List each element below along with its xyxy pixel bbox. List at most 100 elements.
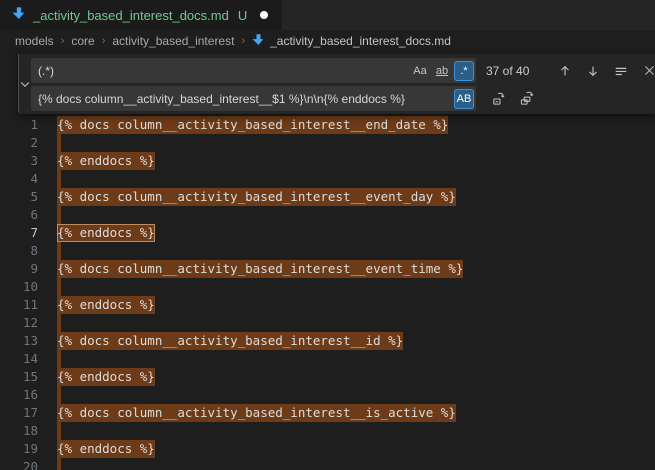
line-text: {% docs column__activity_based_interest_… — [57, 332, 403, 350]
line-number: 10 — [0, 278, 38, 296]
editor-line[interactable]: 5 {% docs column__activity_based_interest… — [0, 188, 655, 206]
line-text — [57, 422, 61, 440]
editor-line[interactable]: 19 {% enddocs %} — [0, 440, 655, 458]
empty-line-match-highlight — [57, 386, 61, 404]
find-match-highlight: {% docs column__activity_based_interest_… — [57, 116, 448, 134]
find-match-highlight: {% enddocs %} — [57, 440, 155, 458]
markdown-file-icon — [12, 6, 26, 25]
empty-line-match-highlight — [57, 458, 61, 470]
editor-line[interactable]: 3 {% enddocs %} — [0, 152, 655, 170]
replace-button[interactable] — [488, 88, 510, 110]
line-number: 13 — [0, 332, 38, 350]
line-text: {% docs column__activity_based_interest_… — [57, 116, 448, 134]
line-text — [57, 350, 61, 368]
line-number: 2 — [0, 134, 38, 152]
line-text — [57, 206, 61, 224]
editor-pane[interactable]: (.*) Aa ab .* 37 of 40 — [0, 52, 655, 470]
find-match-highlight: {% docs column__activity_based_interest_… — [57, 332, 403, 350]
empty-line-match-highlight — [57, 134, 61, 152]
modified-dot-icon[interactable] — [260, 11, 268, 19]
editor-line[interactable]: 20 — [0, 458, 655, 470]
line-text: {% enddocs %} — [57, 440, 155, 458]
find-match-highlight: {% enddocs %} — [57, 296, 155, 314]
editor-line[interactable]: 17 {% docs column__activity_based_interes… — [0, 404, 655, 422]
editor-line[interactable]: 12 — [0, 314, 655, 332]
line-text — [57, 386, 61, 404]
previous-match-button[interactable] — [554, 60, 576, 82]
editor-line[interactable]: 13 {% docs column__activity_based_interes… — [0, 332, 655, 350]
tab-title: _activity_based_interest_docs.md — [33, 8, 229, 23]
line-number: 17 — [0, 404, 38, 422]
replace-all-button[interactable] — [516, 88, 538, 110]
line-text — [57, 134, 61, 152]
empty-line-match-highlight — [57, 170, 61, 188]
line-text — [57, 314, 61, 332]
current-find-match: {% enddocs %} — [57, 224, 155, 242]
line-text: {% docs column__activity_based_interest_… — [57, 188, 456, 206]
line-number: 5 — [0, 188, 38, 206]
editor-lines[interactable]: 1{% docs column__activity_based_interest… — [0, 116, 655, 470]
empty-line-match-highlight — [57, 350, 61, 368]
line-number: 11 — [0, 296, 38, 314]
preserve-case-toggle[interactable]: AB — [454, 89, 474, 109]
breadcrumb-item-activity-based-interest[interactable]: activity_based_interest — [112, 34, 234, 48]
editor-line[interactable]: 10 — [0, 278, 655, 296]
line-text: {% enddocs %} — [57, 152, 155, 170]
find-input-value: (.*) — [38, 64, 408, 78]
editor-line[interactable]: 2 — [0, 134, 655, 152]
editor-line[interactable]: 6 — [0, 206, 655, 224]
find-replace-widget: (.*) Aa ab .* 37 of 40 — [18, 54, 655, 114]
line-number: 7 — [0, 224, 38, 242]
line-text — [57, 242, 61, 260]
regex-toggle[interactable]: .* — [454, 61, 474, 81]
find-input[interactable]: (.*) Aa ab .* — [31, 58, 476, 83]
line-text: {% docs column__activity_based_interest_… — [57, 404, 456, 422]
chevron-right-icon: › — [241, 35, 245, 47]
editor-line[interactable]: 8 — [0, 242, 655, 260]
line-text — [57, 170, 61, 188]
find-match-highlight: {% enddocs %} — [57, 368, 155, 386]
line-text: {% enddocs %} — [57, 296, 155, 314]
find-in-selection-icon[interactable] — [610, 60, 632, 82]
line-number: 12 — [0, 314, 38, 332]
line-number: 20 — [0, 458, 38, 470]
editor-line[interactable]: 14 — [0, 350, 655, 368]
replace-input[interactable]: {% docs column__activity_based_interest_… — [31, 86, 476, 111]
editor-line[interactable]: 15{% enddocs %} — [0, 368, 655, 386]
toggle-replace-chevron-icon[interactable] — [19, 58, 31, 110]
editor-line[interactable]: 16 — [0, 386, 655, 404]
next-match-button[interactable] — [582, 60, 604, 82]
match-case-toggle[interactable]: Aa — [410, 61, 430, 81]
chevron-right-icon: › — [61, 35, 65, 47]
git-status-badge: U — [238, 8, 247, 23]
breadcrumb: models › core › activity_based_interest … — [0, 30, 655, 52]
editor-line[interactable]: 11 {% enddocs %} — [0, 296, 655, 314]
whole-word-toggle[interactable]: ab — [432, 61, 452, 81]
find-match-highlight: {% enddocs %} — [57, 152, 155, 170]
empty-line-match-highlight — [57, 242, 61, 260]
empty-line-match-highlight — [57, 314, 61, 332]
editor-line[interactable]: 4 — [0, 170, 655, 188]
close-icon[interactable] — [638, 60, 655, 82]
breadcrumb-item-models[interactable]: models — [15, 34, 54, 48]
editor-line[interactable]: 9 {% docs column__activity_based_interest… — [0, 260, 655, 278]
line-number: 4 — [0, 170, 38, 188]
tab-bar: _activity_based_interest_docs.md U — [0, 0, 655, 30]
line-text — [57, 278, 61, 296]
editor-line[interactable]: 1{% docs column__activity_based_interest… — [0, 116, 655, 134]
breadcrumb-item-file[interactable]: _activity_based_interest_docs.md — [252, 33, 451, 49]
line-text: {% docs column__activity_based_interest_… — [57, 260, 463, 278]
line-number: 16 — [0, 386, 38, 404]
line-number: 3 — [0, 152, 38, 170]
line-text — [57, 458, 61, 470]
empty-line-match-highlight — [57, 278, 61, 296]
find-match-highlight: {% docs column__activity_based_interest_… — [57, 404, 456, 422]
line-number: 19 — [0, 440, 38, 458]
find-match-highlight: {% docs column__activity_based_interest_… — [57, 260, 463, 278]
line-number: 9 — [0, 260, 38, 278]
editor-line[interactable]: 18 — [0, 422, 655, 440]
tab-active-file[interactable]: _activity_based_interest_docs.md U — [0, 0, 282, 30]
breadcrumb-item-core[interactable]: core — [71, 34, 94, 48]
editor-line[interactable]: 7 {% enddocs %} — [0, 224, 655, 242]
match-results-count: 37 of 40 — [486, 64, 548, 78]
